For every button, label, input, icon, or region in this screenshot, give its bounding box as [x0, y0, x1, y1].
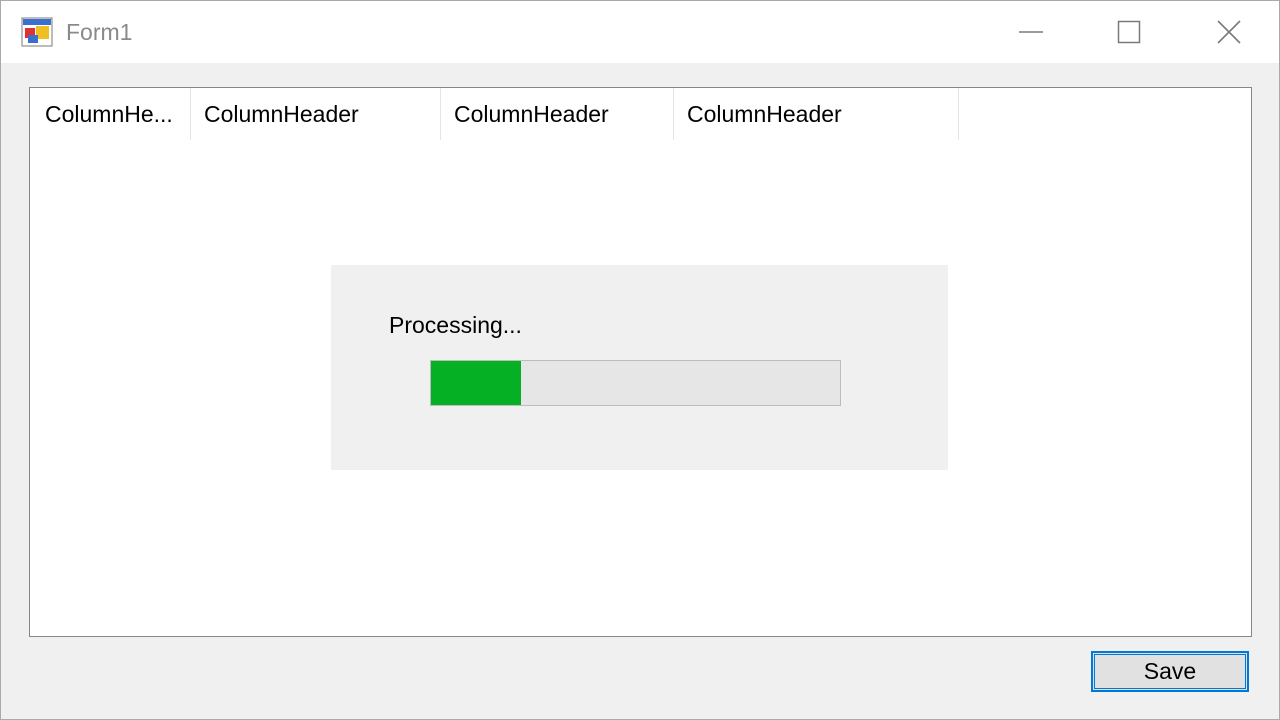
column-header-2[interactable]: ColumnHeader [191, 88, 441, 140]
progress-label: Processing... [389, 312, 522, 338]
maximize-icon [1117, 20, 1141, 44]
progress-panel: Processing... [331, 265, 948, 470]
close-button[interactable] [1178, 1, 1279, 63]
save-button[interactable]: Save [1091, 651, 1249, 692]
list-view[interactable]: ColumnHe... ColumnHeader ColumnHeader Co… [29, 87, 1252, 637]
progress-bar [430, 360, 841, 406]
column-header-1[interactable]: ColumnHe... [30, 88, 191, 140]
window-title: Form1 [66, 19, 133, 45]
maximize-button[interactable] [1080, 1, 1178, 63]
column-header-3[interactable]: ColumnHeader [441, 88, 674, 140]
save-button-focus-border [1094, 654, 1246, 689]
column-header-row: ColumnHe... ColumnHeader ColumnHeader Co… [30, 88, 1251, 140]
app-icon [21, 17, 53, 47]
progress-bar-fill [431, 361, 521, 405]
minimize-button[interactable] [982, 1, 1080, 63]
minimize-icon [1019, 31, 1043, 33]
main-window: Form1 ColumnHe... ColumnHeader ColumnHea… [0, 0, 1280, 720]
close-icon [1216, 20, 1241, 44]
title-bar[interactable]: Form1 [1, 1, 1279, 63]
column-header-4[interactable]: ColumnHeader [674, 88, 959, 140]
